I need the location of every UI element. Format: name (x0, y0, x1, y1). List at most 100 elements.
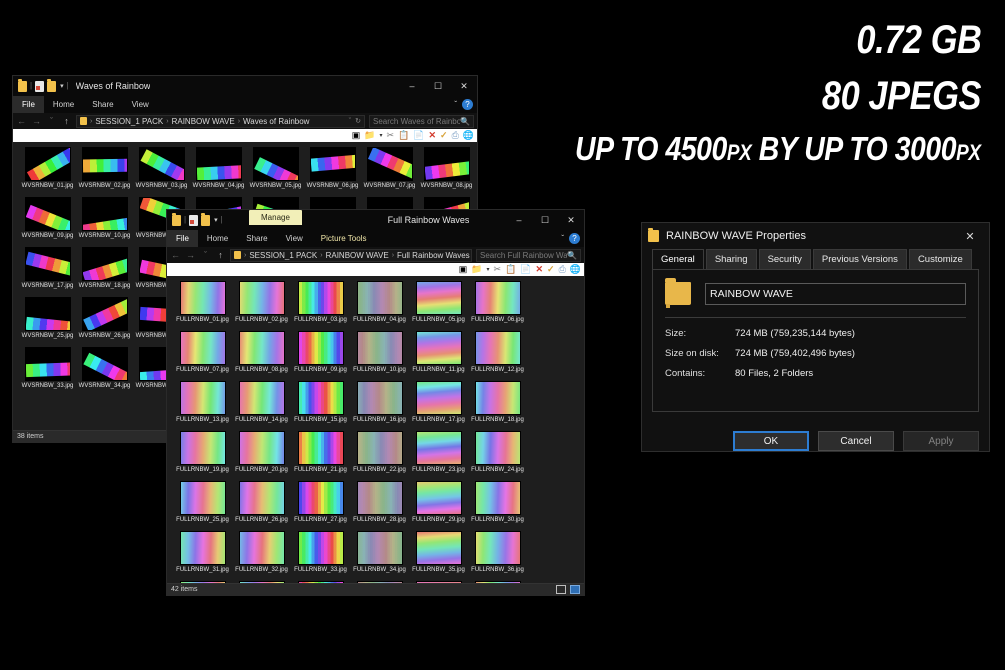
file-thumbnail[interactable] (179, 381, 226, 415)
file-tile[interactable]: FULLRNBW_24.jpg (468, 431, 527, 474)
file-thumbnail[interactable] (356, 381, 403, 415)
file-tile[interactable]: WVSRNBW_01.jpg (19, 147, 76, 190)
file-thumbnail[interactable] (415, 481, 462, 515)
file-tile[interactable]: FULLRNBW_16.jpg (350, 381, 409, 424)
file-tile[interactable]: WVSRNBW_08.jpg (418, 147, 475, 190)
file-tile[interactable]: FULLRNBW_26.jpg (232, 481, 291, 524)
back-breadcrumb[interactable]: › SESSION_1 PACK › RAINBOW WAVE › Waves … (76, 114, 365, 128)
file-thumbnail[interactable] (356, 281, 403, 315)
front-ribbon-right[interactable]: ˇ ? (561, 230, 580, 247)
file-thumbnail[interactable] (415, 531, 462, 565)
file-tile[interactable]: FULLRNBW_15.jpg (291, 381, 350, 424)
file-tile[interactable]: FULLRNBW_02.jpg (232, 281, 291, 324)
close-button[interactable]: ✕ (558, 210, 584, 230)
properties-icon[interactable] (189, 214, 199, 226)
file-tile[interactable]: FULLRNBW_38.jpg (232, 581, 291, 583)
tab-security[interactable]: Security (758, 249, 811, 269)
dialog-titlebar[interactable]: RAINBOW WAVE Properties ✕ (642, 223, 989, 249)
panes-icon[interactable]: ▣ (352, 131, 361, 140)
file-tile[interactable]: FULLRNBW_05.jpg (409, 281, 468, 324)
file-tile[interactable]: FULLRNBW_30.jpg (468, 481, 527, 524)
back-quick-access-toolbar[interactable]: | ▾ | (18, 79, 69, 92)
file-thumbnail[interactable] (238, 381, 285, 415)
file-thumbnail[interactable] (474, 431, 521, 465)
properties-globe-icon[interactable]: 🌐 (463, 131, 474, 140)
file-thumbnail[interactable] (415, 331, 462, 365)
delete-icon[interactable]: ✕ (535, 265, 543, 274)
tiles-view-icon[interactable] (570, 585, 580, 594)
file-tile[interactable]: FULLRNBW_11.jpg (409, 331, 468, 374)
file-tile[interactable]: FULLRNBW_01.jpg (173, 281, 232, 324)
properties-icon[interactable] (35, 80, 45, 92)
file-thumbnail[interactable] (415, 581, 462, 583)
file-thumbnail[interactable] (297, 331, 344, 365)
file-tile[interactable]: FULLRNBW_21.jpg (291, 431, 350, 474)
file-thumbnail[interactable] (179, 281, 226, 315)
file-thumbnail[interactable] (474, 281, 521, 315)
file-tile[interactable]: WVSRNBW_04.jpg (190, 147, 247, 190)
file-thumbnail[interactable] (238, 281, 285, 315)
file-tile[interactable]: FULLRNBW_18.jpg (468, 381, 527, 424)
back-window-controls[interactable]: – ☐ ✕ (399, 76, 477, 96)
new-folder-icon[interactable]: 📁 (364, 131, 375, 140)
back-quick-toolbar[interactable]: ▣ 📁 ▾ ✂ 📋 📄 ✕ ✓ ⎙ 🌐 (13, 129, 477, 142)
file-tile[interactable]: FULLRNBW_17.jpg (409, 381, 468, 424)
file-thumbnail[interactable] (474, 481, 521, 515)
back-search-input[interactable]: Search Waves of Rainbow 🔍 (369, 114, 474, 128)
file-tile[interactable]: FULLRNBW_12.jpg (468, 331, 527, 374)
breadcrumb-actions[interactable]: ˇ ↻ (349, 117, 361, 126)
properties-dialog[interactable]: RAINBOW WAVE Properties ✕ General Sharin… (641, 222, 990, 452)
dropdown-icon[interactable]: ▾ (379, 133, 382, 139)
front-ribbon-tabs[interactable]: File Home Share View Picture Tools ˇ ? (167, 230, 584, 247)
front-view-buttons[interactable] (556, 585, 580, 594)
file-tile[interactable]: FULLRNBW_14.jpg (232, 381, 291, 424)
paste-icon[interactable]: 📄 (520, 265, 531, 274)
file-tile[interactable]: FULLRNBW_07.jpg (173, 331, 232, 374)
file-tile[interactable]: FULLRNBW_27.jpg (291, 481, 350, 524)
up-button[interactable]: ↑ (215, 250, 226, 260)
copy-icon[interactable]: 📋 (505, 265, 516, 274)
forward-button[interactable]: → (31, 116, 42, 126)
file-thumbnail[interactable] (474, 581, 521, 583)
front-search-input[interactable]: Search Full Rainbow Waves 🔍 (476, 248, 581, 262)
tab-general[interactable]: General (652, 249, 704, 269)
panes-icon[interactable]: ▣ (459, 265, 468, 274)
file-tile[interactable]: WVSRNBW_18.jpg (76, 247, 133, 290)
ribbon-tab-view[interactable]: View (123, 96, 158, 113)
forward-button[interactable]: → (185, 250, 196, 260)
file-thumbnail[interactable] (195, 147, 242, 181)
close-button[interactable]: ✕ (451, 76, 477, 96)
file-tile[interactable]: FULLRNBW_28.jpg (350, 481, 409, 524)
front-quick-toolbar[interactable]: ▣ 📁 ▾ ✂ 📋 📄 ✕ ✓ ⎙ 🌐 (167, 263, 584, 276)
file-thumbnail[interactable] (415, 431, 462, 465)
chevron-down-icon[interactable]: ▾ (60, 83, 64, 90)
front-breadcrumb[interactable]: › SESSION_1 PACK › RAINBOW WAVE › Full R… (230, 248, 472, 262)
ribbon-tab-home[interactable]: Home (198, 230, 237, 247)
file-thumbnail[interactable] (297, 481, 344, 515)
file-thumbnail[interactable] (81, 197, 128, 231)
file-thumbnail[interactable] (179, 531, 226, 565)
file-tile[interactable]: FULLRNBW_08.jpg (232, 331, 291, 374)
file-thumbnail[interactable] (179, 481, 226, 515)
file-thumbnail[interactable] (24, 347, 71, 381)
file-tile[interactable]: FULLRNBW_19.jpg (173, 431, 232, 474)
file-tile[interactable]: FULLRNBW_09.jpg (291, 331, 350, 374)
file-tile[interactable]: FULLRNBW_25.jpg (173, 481, 232, 524)
file-thumbnail[interactable] (474, 381, 521, 415)
file-thumbnail[interactable] (238, 581, 285, 583)
ribbon-tab-picture-tools[interactable]: Picture Tools (312, 230, 376, 247)
file-tile[interactable]: FULLRNBW_10.jpg (350, 331, 409, 374)
file-tile[interactable]: WVSRNBW_03.jpg (133, 147, 190, 190)
file-thumbnail[interactable] (238, 431, 285, 465)
recent-locations-button[interactable]: ˇ (200, 250, 211, 260)
file-tile[interactable]: FULLRNBW_20.jpg (232, 431, 291, 474)
folder-icon[interactable] (47, 79, 57, 92)
file-tile[interactable]: WVSRNBW_33.jpg (19, 347, 76, 390)
file-tile[interactable]: FULLRNBW_23.jpg (409, 431, 468, 474)
ribbon-tab-file[interactable]: File (167, 230, 198, 247)
ribbon-tab-home[interactable]: Home (44, 96, 83, 113)
back-ribbon-tabs[interactable]: File Home Share View ˇ ? (13, 96, 477, 113)
tab-previous-versions[interactable]: Previous Versions (812, 249, 907, 269)
cut-icon[interactable]: ✂ (387, 131, 395, 140)
file-tile[interactable]: WVSRNBW_06.jpg (304, 147, 361, 190)
